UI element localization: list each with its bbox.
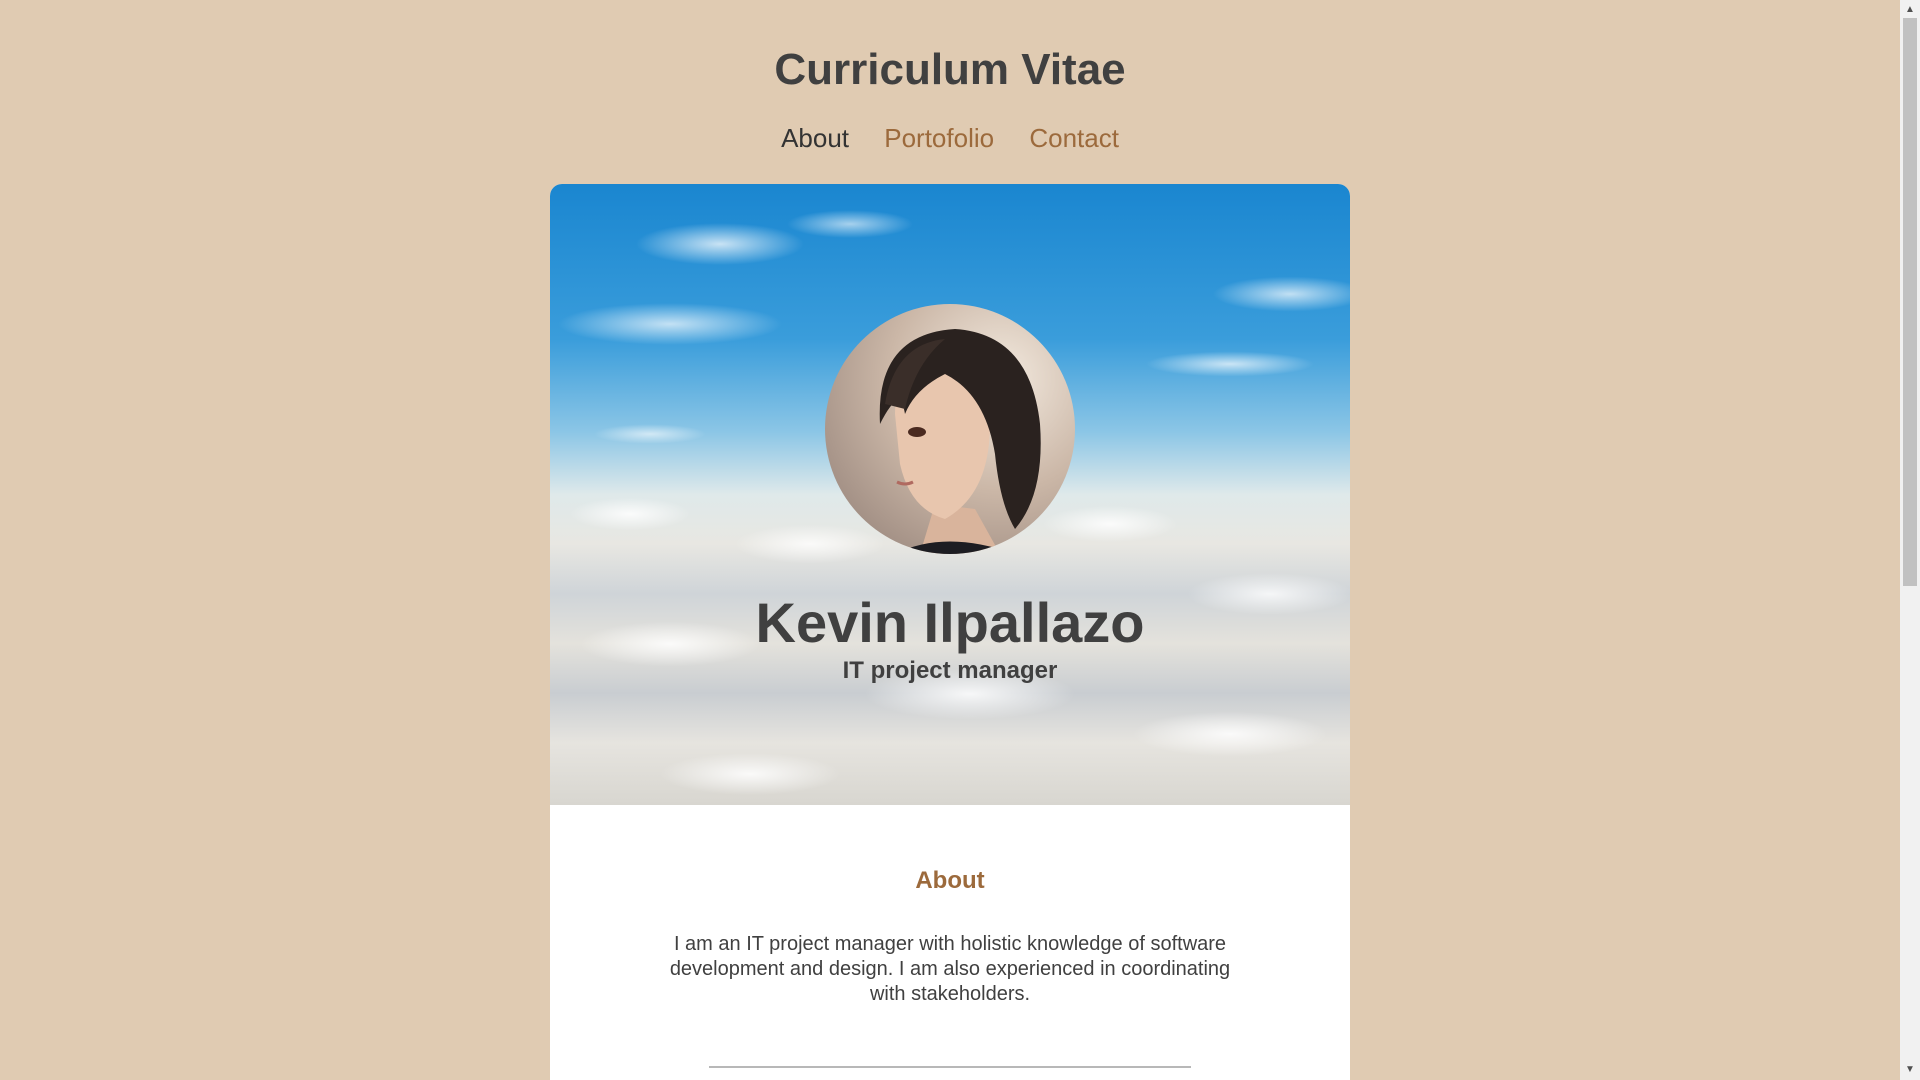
about-heading: About [915,867,985,894]
profile-card: Kevin Ilpallazo IT project manager About… [550,184,1350,1080]
vertical-scrollbar[interactable]: ▲ ▼ [1900,0,1920,1080]
nav-link-about[interactable]: About [781,122,849,154]
scroll-thumb[interactable] [1903,18,1917,586]
page: Curriculum Vitae About Portofolio Contac… [0,0,1920,1080]
main-nav: About Portofolio Contact [0,122,1900,154]
profile-role: IT project manager [842,657,1058,684]
avatar [825,304,1075,554]
profile-name: Kevin Ilpallazo [755,591,1145,654]
avatar-portrait [879,329,1041,554]
nav-link-portfolio[interactable]: Portofolio [884,122,994,154]
scroll-down-icon[interactable]: ▼ [1900,1062,1920,1078]
site-title: Curriculum Vitae [774,45,1126,94]
nav-link-contact[interactable]: Contact [1029,122,1119,154]
about-text: I am an IT project manager with holistic… [669,933,1231,1005]
section-divider [709,1066,1191,1068]
scroll-up-icon[interactable]: ▲ [1900,2,1920,18]
hero-banner: Kevin Ilpallazo IT project manager [550,184,1350,805]
